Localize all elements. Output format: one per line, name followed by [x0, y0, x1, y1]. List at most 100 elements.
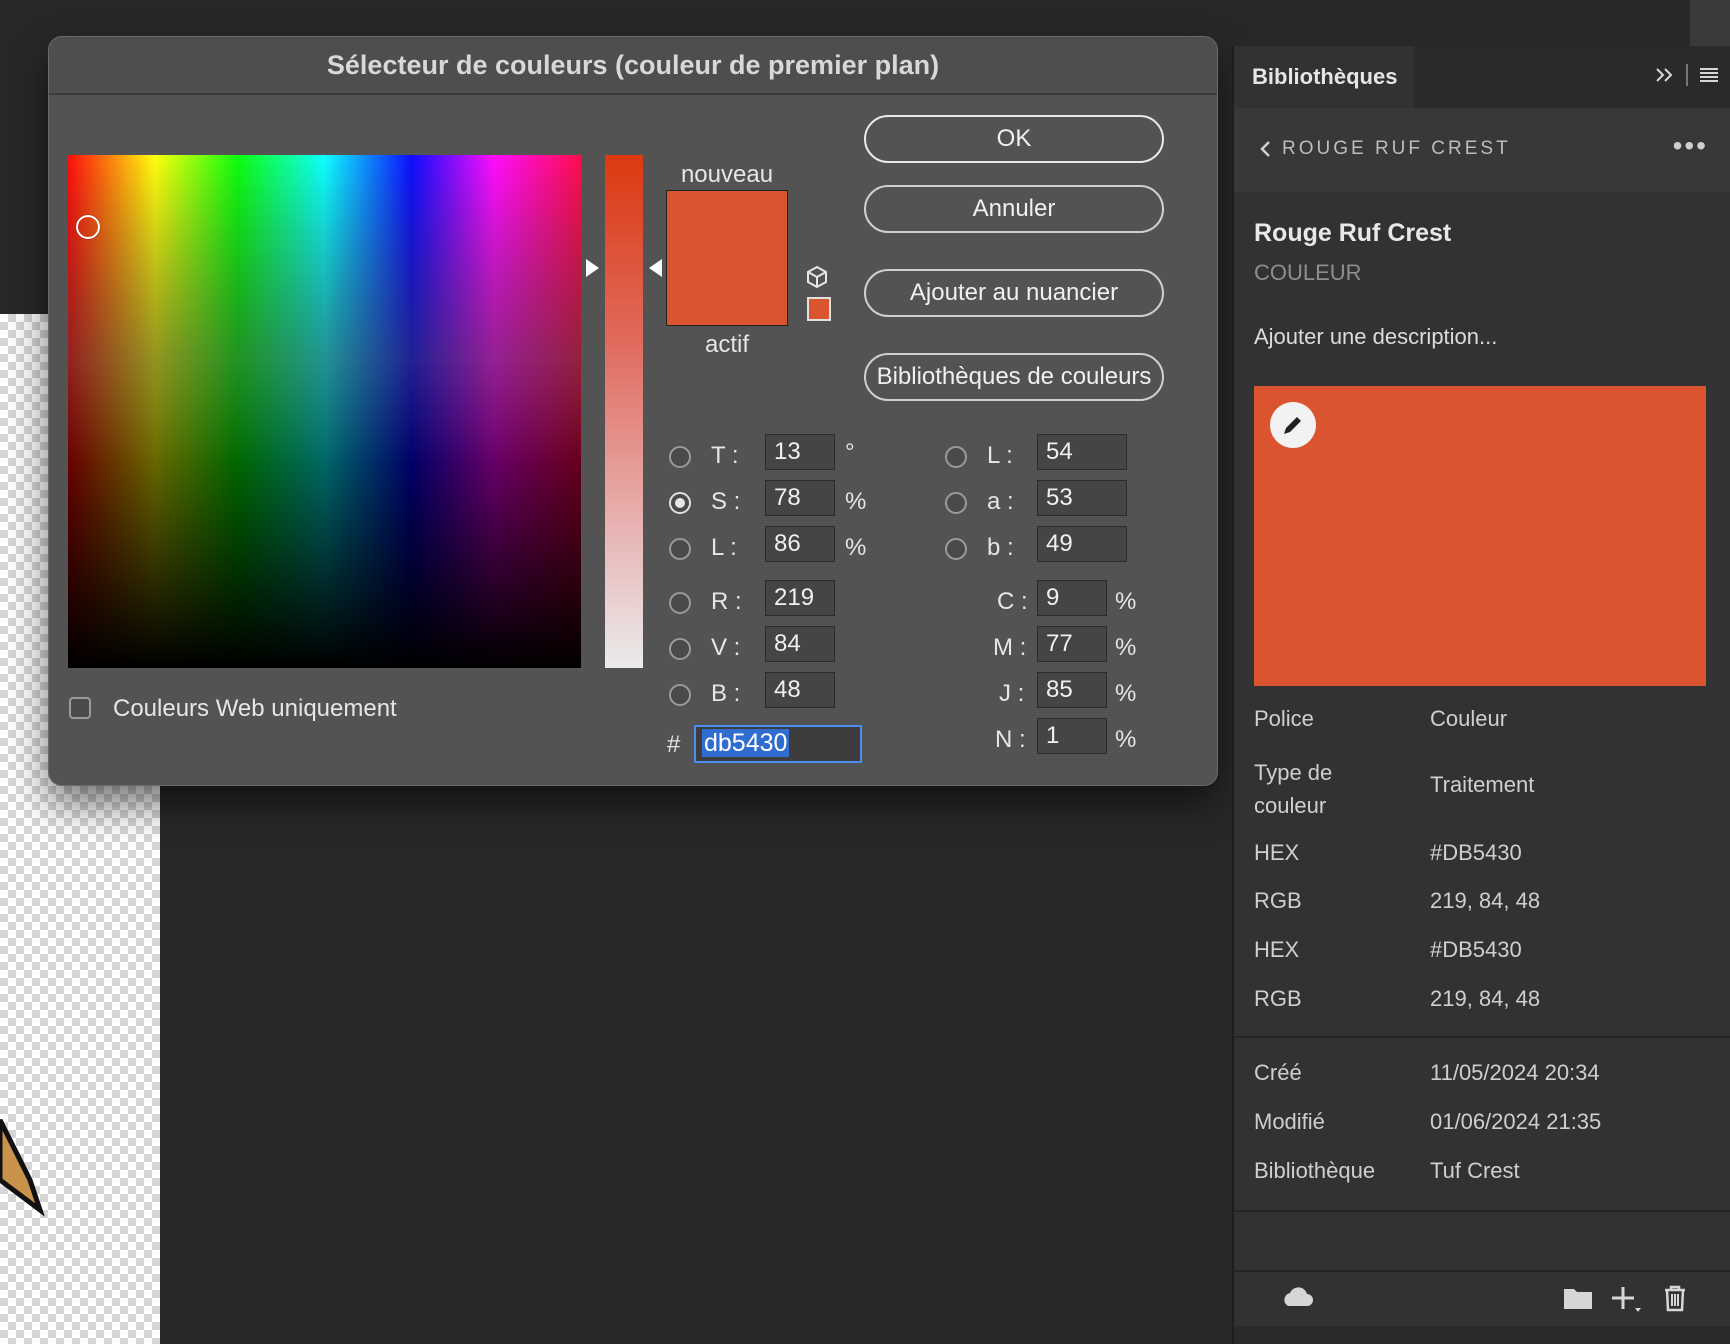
add-icon[interactable]: [1610, 1284, 1642, 1314]
prop-label-color-type: Type de couleur: [1254, 760, 1333, 818]
prop-label-rgb-2: RGB: [1254, 986, 1302, 1011]
trash-icon[interactable]: [1662, 1284, 1688, 1312]
yellow-input[interactable]: 85: [1037, 672, 1107, 708]
hex-value: db5430: [702, 729, 790, 757]
cube-icon[interactable]: [805, 265, 829, 289]
panel-footer: [1234, 1270, 1730, 1328]
prop-label-rgb: RGB: [1254, 888, 1302, 913]
meta-label-modified: Modifié: [1254, 1109, 1325, 1134]
green-input[interactable]: 84: [765, 626, 835, 662]
meta-value-library: Tuf Crest: [1430, 1158, 1520, 1183]
brightness-input[interactable]: 86: [765, 526, 835, 562]
more-options-icon[interactable]: •••: [1673, 130, 1708, 162]
color-swatch-preview: [1254, 386, 1706, 686]
panel-tabbar: Bibliothèques: [1234, 46, 1730, 108]
lab-l-label: L :: [987, 442, 1013, 469]
green-label: V :: [711, 634, 741, 661]
meta-value-modified: 01/06/2024 21:35: [1430, 1109, 1602, 1134]
edit-color-button[interactable]: [1270, 402, 1316, 448]
prop-label-hex: HEX: [1254, 840, 1300, 865]
item-name[interactable]: Rouge Ruf Crest: [1254, 219, 1451, 248]
tab-libraries[interactable]: Bibliothèques: [1234, 46, 1414, 108]
description-field[interactable]: Ajouter une description...: [1254, 324, 1497, 350]
yellow-unit: %: [1115, 680, 1137, 707]
magenta-input[interactable]: 77: [1037, 626, 1107, 662]
red-input[interactable]: 219: [765, 580, 835, 616]
color-field-marker[interactable]: [76, 215, 100, 239]
radio-saturation[interactable]: [669, 492, 691, 514]
lab-a-input[interactable]: 53: [1037, 480, 1127, 516]
item-type: COULEUR: [1254, 260, 1362, 285]
saturation-slider[interactable]: [605, 155, 643, 668]
cyan-input[interactable]: 9: [1037, 580, 1107, 616]
pencil-icon: [1284, 417, 1301, 434]
radio-lab-l[interactable]: [945, 446, 967, 468]
hex-prefix: #: [667, 731, 681, 758]
websafe-swatch[interactable]: [807, 297, 831, 321]
meta-label-library: Bibliothèque: [1254, 1158, 1376, 1183]
web-colors-only-checkbox[interactable]: [69, 697, 91, 719]
new-color-label: nouveau: [680, 161, 774, 188]
hue-unit: °: [845, 439, 855, 466]
breadcrumb-bar: ROUGE RUF CREST •••: [1234, 108, 1730, 192]
lab-b-input[interactable]: 49: [1037, 526, 1127, 562]
ok-button[interactable]: OK: [864, 115, 1164, 163]
radio-red[interactable]: [669, 592, 691, 614]
hex-input[interactable]: db5430: [694, 725, 862, 763]
chevron-left-icon[interactable]: [1258, 140, 1272, 158]
color-libraries-button[interactable]: Bibliothèques de couleurs: [864, 353, 1164, 401]
folder-icon[interactable]: [1562, 1284, 1594, 1312]
prop-value-hex-2: #DB5430: [1430, 937, 1522, 962]
brightness-label: L :: [711, 534, 737, 561]
blue-label: B :: [711, 680, 741, 707]
panel-menu-icon[interactable]: [1698, 64, 1720, 86]
magenta-label: M :: [993, 634, 1027, 661]
lab-a-label: a :: [987, 488, 1014, 515]
canvas-artwork: [0, 1118, 45, 1217]
section-divider: [1234, 1036, 1730, 1038]
saturation-input[interactable]: 78: [765, 480, 835, 516]
cyan-label: C :: [997, 588, 1028, 615]
prop-value-hex: #DB5430: [1430, 840, 1522, 865]
slider-arrow-left[interactable]: [586, 259, 599, 277]
panel-tab-icons: [1654, 64, 1720, 86]
radio-lab-a[interactable]: [945, 492, 967, 514]
lab-l-input[interactable]: 54: [1037, 434, 1127, 470]
lab-b-label: b :: [987, 534, 1014, 561]
magenta-unit: %: [1115, 634, 1137, 661]
radio-hue[interactable]: [669, 446, 691, 468]
collapse-icon[interactable]: [1654, 64, 1676, 86]
red-label: R :: [711, 588, 742, 615]
radio-blue[interactable]: [669, 684, 691, 706]
meta-value-created: 11/05/2024 20:34: [1430, 1060, 1600, 1085]
dialog-title: Sélecteur de couleurs (couleur de premie…: [49, 37, 1217, 95]
radio-lab-b[interactable]: [945, 538, 967, 560]
slider-arrow-right[interactable]: [649, 259, 662, 277]
tab-separator: [1686, 64, 1688, 86]
prop-value-rgb-2: 219, 84, 48: [1430, 986, 1541, 1011]
yellow-label: J :: [999, 680, 1025, 707]
breadcrumb[interactable]: ROUGE RUF CREST: [1258, 138, 1511, 160]
black-unit: %: [1115, 726, 1137, 753]
cancel-button[interactable]: Annuler: [864, 185, 1164, 233]
color-picker-dialog: Sélecteur de couleurs (couleur de premie…: [48, 36, 1218, 786]
prop-label-font: Police: [1254, 706, 1314, 731]
prop-label-hex-2: HEX: [1254, 937, 1300, 962]
prop-value-rgb: 219, 84, 48: [1430, 888, 1541, 913]
radio-brightness[interactable]: [669, 538, 691, 560]
cloud-icon[interactable]: [1280, 1284, 1314, 1310]
black-input[interactable]: 1: [1037, 718, 1107, 754]
footer-divider: [1234, 1210, 1730, 1212]
hue-input[interactable]: 13: [765, 434, 835, 470]
color-field[interactable]: [68, 155, 581, 668]
blue-input[interactable]: 48: [765, 672, 835, 708]
black-label: N :: [995, 726, 1026, 753]
libraries-panel: Bibliothèques ROUGE RUF CREST ••• Rouge …: [1232, 46, 1730, 1344]
add-to-swatches-button[interactable]: Ajouter au nuancier: [864, 269, 1164, 317]
active-color-label: actif: [704, 331, 749, 358]
new-active-swatch: [666, 190, 788, 326]
panel-resize-handle[interactable]: [1234, 1326, 1730, 1344]
hue-label: T :: [711, 442, 739, 469]
radio-green[interactable]: [669, 638, 691, 660]
prop-value-color-type: Traitement: [1430, 772, 1535, 797]
